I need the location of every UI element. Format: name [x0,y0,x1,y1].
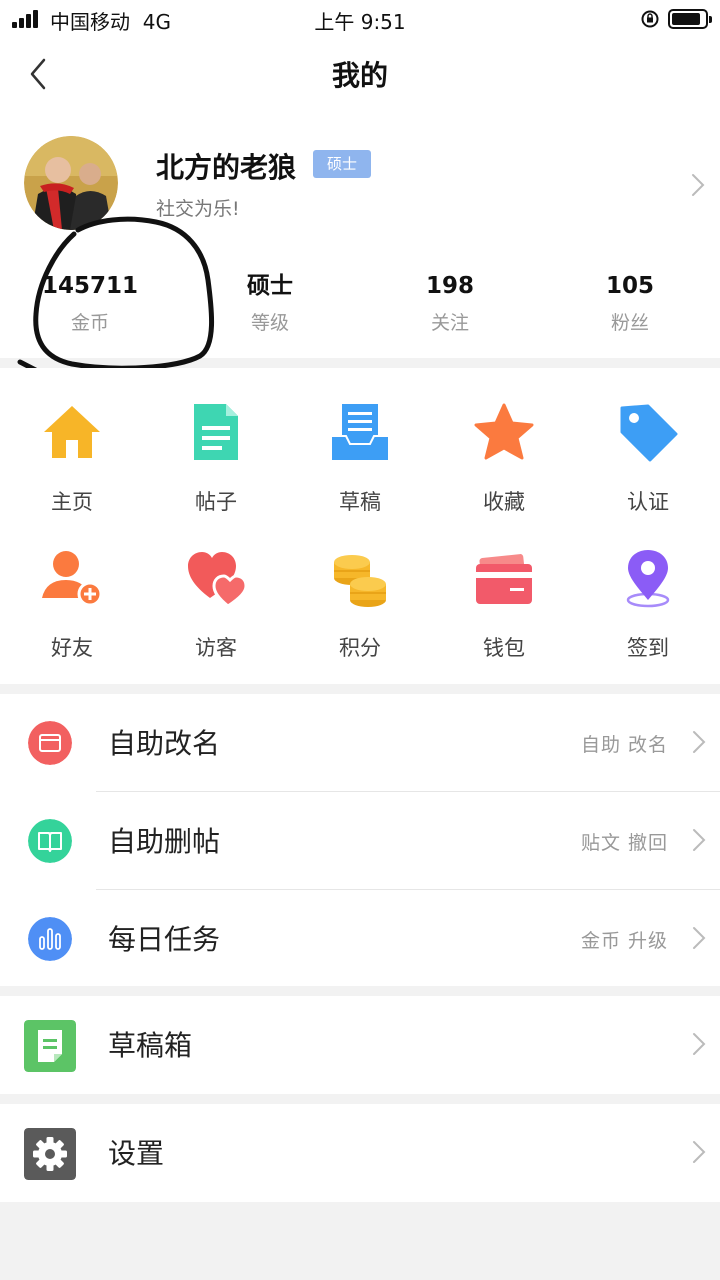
grid-item-label: 访客 [195,636,237,660]
book-icon [28,819,72,863]
battery-icon [668,9,712,29]
stat-label: 等级 [250,312,289,334]
grid-item-friends[interactable]: 好友 [0,514,144,660]
grid-item-posts[interactable]: 帖子 [144,368,288,514]
grid-item-home[interactable]: 主页 [0,368,144,514]
coins-icon [334,555,386,607]
menu-item-title: 草稿箱 [108,1029,193,1062]
stat-label: 粉丝 [610,312,649,334]
menu-item-title: 自助改名 [108,727,221,760]
grid-item-label: 收藏 [483,490,525,514]
username: 北方的老狼 [156,151,297,184]
menu-item-hint: 金币 升级 [580,930,668,952]
gear-icon [24,1128,76,1180]
chevron-right-icon [693,1033,706,1055]
menu-item-drafts-box[interactable]: 草稿箱 [0,996,720,1093]
stat-value: 硕士 [247,273,293,299]
bar-chart-icon [28,917,72,961]
chevron-right-icon [693,829,706,851]
grid-item-verify[interactable]: 认证 [576,368,720,514]
grid-item-checkin[interactable]: 签到 [576,514,720,660]
location-pin-icon [626,550,670,608]
menu-item-delete-post[interactable]: 自助删帖 贴文 撤回 [0,792,720,889]
note-icon [24,1020,76,1072]
grid-item-label: 积分 [339,636,381,660]
stat-followers[interactable]: 105 粉丝 [540,270,720,335]
stat-following[interactable]: 198 关注 [360,270,540,335]
stat-label: 金币 [70,312,109,334]
menu-item-title: 设置 [108,1137,165,1170]
tag-icon [620,404,678,462]
document-icon [194,404,238,460]
grid-item-points[interactable]: 积分 [288,514,432,660]
chevron-right-icon [693,1141,706,1163]
rotation-lock-icon [641,10,659,28]
menu-item-title: 每日任务 [108,923,221,956]
grid-item-label: 认证 [627,490,669,514]
status-bar: 中国移动 4G 上午 9:51 [0,0,720,40]
chevron-right-icon [693,927,706,949]
rank-badge: 硕士 [313,150,372,178]
stat-value: 145711 [41,273,139,299]
wallet-icon [476,554,532,604]
draft-tray-icon [332,404,388,460]
menu-item-daily-tasks[interactable]: 每日任务 金币 升级 [0,890,720,987]
grid-item-label: 主页 [51,490,93,514]
feature-grid: 主页 帖子 草稿 收藏 认证 好友 访客 积分 钱包 签到 [0,368,720,684]
menu-item-rename[interactable]: 自助改名 自助 改名 [0,694,720,791]
stat-value: 198 [425,273,474,299]
menu-item-hint: 贴文 撤回 [580,832,668,854]
hearts-icon [188,552,246,608]
nav-bar: 我的 [0,40,720,108]
stat-value: 105 [605,273,654,299]
menu-list: 自助改名 自助 改名 自助删帖 贴文 撤回 每日任务 金币 升级 [0,694,720,986]
grid-item-visitors[interactable]: 访客 [144,514,288,660]
menu-item-hint: 自助 改名 [580,734,668,756]
grid-item-label: 签到 [627,636,669,660]
menu-item-settings[interactable]: 设置 [0,1104,720,1201]
menu-list-settings: 设置 [0,1104,720,1202]
stats-row: 145711 金币 硕士 等级 198 关注 105 粉丝 [0,270,720,350]
bio: 社交为乐! [156,198,240,220]
grid-item-label: 钱包 [483,636,525,660]
grid-item-label: 好友 [51,636,93,660]
menu-list-drafts: 草稿箱 [0,996,720,1094]
page-title: 我的 [331,59,388,92]
add-friend-icon [42,551,102,607]
grid-item-drafts[interactable]: 草稿 [288,368,432,514]
home-icon [44,406,100,458]
avatar[interactable] [24,136,118,230]
grid-item-wallet[interactable]: 钱包 [432,514,576,660]
card-icon [28,721,72,765]
menu-item-title: 自助删帖 [108,825,221,858]
status-time: 上午 9:51 [314,10,406,34]
stat-coins[interactable]: 145711 金币 [0,270,180,335]
chevron-right-icon [692,174,705,196]
chevron-right-icon [693,731,706,753]
grid-item-label: 草稿 [339,490,381,514]
profile-card[interactable]: 北方的老狼 硕士 社交为乐! 145711 金币 硕士 等级 198 关注 10… [0,108,720,358]
grid-item-favorites[interactable]: 收藏 [432,368,576,514]
grid-item-label: 帖子 [195,490,237,514]
star-icon [474,403,534,460]
stat-label: 关注 [430,312,469,334]
stat-level[interactable]: 硕士 等级 [180,270,360,335]
